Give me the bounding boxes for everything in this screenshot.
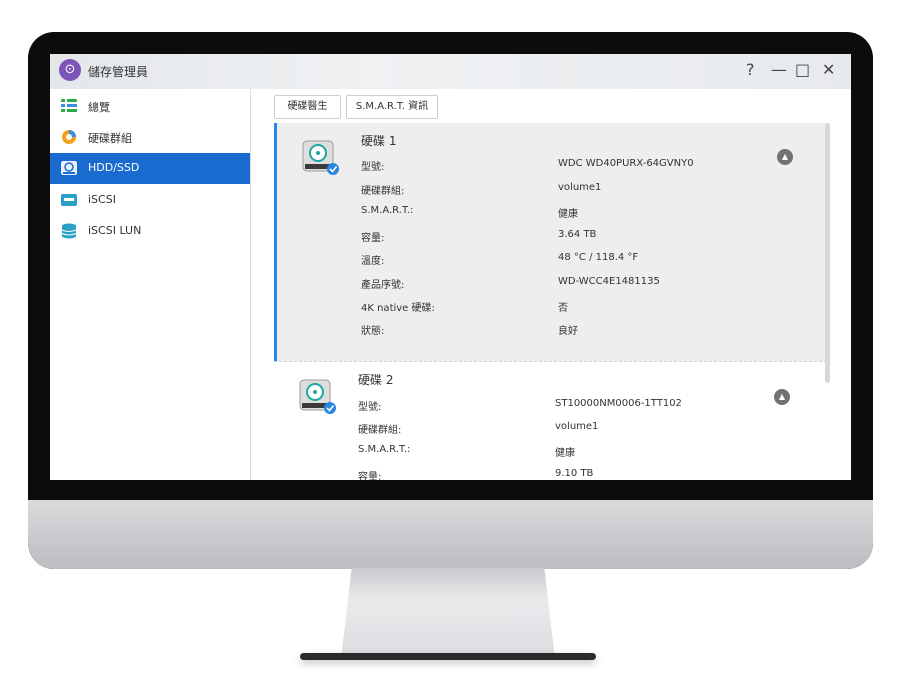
collapse-button[interactable]: ▲ xyxy=(774,389,790,405)
storage-manager-app-icon: ⊙ xyxy=(59,59,81,81)
sidebar-item-label: iSCSI LUN xyxy=(88,224,142,237)
sidebar-item-overview[interactable]: 總覽 xyxy=(50,91,250,122)
sidebar-item-label: 硬碟群組 xyxy=(88,132,132,145)
smart-info-button[interactable]: S.M.A.R.T. 資訊 xyxy=(346,95,438,119)
prop-value: 健康 xyxy=(555,448,575,459)
sidebar-item-iscsi-lun[interactable]: iSCSI LUN xyxy=(50,216,250,247)
prop-value: 良好 xyxy=(558,326,578,337)
monitor-stand-base xyxy=(300,653,596,660)
prop-value: ST10000NM0006-1TT102 xyxy=(555,398,682,409)
disk-title: 硬碟 1 xyxy=(361,134,397,148)
prop-value: 48 °C / 118.4 °F xyxy=(558,252,639,263)
prop-label: S.M.A.R.T.: xyxy=(361,205,414,216)
disk-list: 硬碟 1 ▲ 型號: WDC WD40PURX-64GVNY0 硬碟群組: vo… xyxy=(274,123,827,480)
app-window: ⊙ 儲存管理員 ? — □ ✕ 總覽 硬碟群組 HDD/SSD iSCSI iS… xyxy=(50,54,851,480)
hard-disk-icon xyxy=(299,379,336,414)
prop-label: 容量: xyxy=(358,472,382,480)
app-title: 儲存管理員 xyxy=(88,65,149,79)
maximize-button[interactable]: □ xyxy=(795,60,810,80)
title-bar: ⊙ 儲存管理員 ? — □ ✕ xyxy=(50,54,851,89)
prop-label: 型號: xyxy=(358,402,382,413)
prop-label: 容量: xyxy=(361,233,385,244)
disk-title: 硬碟 2 xyxy=(358,373,394,387)
prop-label: 硬碟群組: xyxy=(358,425,402,436)
sidebar-item-label: 總覽 xyxy=(88,101,110,114)
prop-value: 3.64 TB xyxy=(558,229,597,240)
chevron-up-icon: ▲ xyxy=(778,392,786,401)
monitor-chin xyxy=(28,500,873,569)
prop-label: 4K native 硬碟: xyxy=(361,303,435,314)
prop-value: 否 xyxy=(558,303,568,314)
sidebar-item-disk-group[interactable]: 硬碟群組 xyxy=(50,122,250,153)
iscsi-lun-icon xyxy=(61,223,77,239)
scrollbar[interactable] xyxy=(825,123,830,383)
iscsi-icon xyxy=(61,194,77,206)
close-button[interactable]: ✕ xyxy=(822,60,835,80)
prop-label: 狀態: xyxy=(361,326,385,337)
prop-value: volume1 xyxy=(555,421,599,432)
hard-disk-icon xyxy=(302,140,339,175)
prop-value: volume1 xyxy=(558,182,602,193)
prop-label: 硬碟群組: xyxy=(361,186,405,197)
disk-group-icon xyxy=(62,130,76,144)
prop-label: S.M.A.R.T.: xyxy=(358,444,411,455)
sidebar-item-iscsi[interactable]: iSCSI xyxy=(50,185,250,216)
prop-label: 溫度: xyxy=(361,256,385,267)
prop-value: 9.10 TB xyxy=(555,468,594,479)
disk-card-1[interactable]: 硬碟 1 ▲ 型號: WDC WD40PURX-64GVNY0 硬碟群組: vo… xyxy=(274,123,827,361)
collapse-button[interactable]: ▲ xyxy=(777,149,793,165)
main-panel: 硬碟醫生 S.M.A.R.T. 資訊 硬碟 1 ▲ 型號: WDC WD40PU… xyxy=(251,89,851,480)
monitor-stand xyxy=(341,568,555,658)
minimize-button[interactable]: — xyxy=(771,60,787,80)
sidebar-item-label: iSCSI xyxy=(88,193,116,206)
help-button[interactable]: ? xyxy=(746,60,755,80)
sidebar-item-hdd-ssd[interactable]: HDD/SSD xyxy=(50,153,250,184)
overview-icon xyxy=(61,99,77,112)
prop-value: 健康 xyxy=(558,209,578,220)
disk-doctor-button[interactable]: 硬碟醫生 xyxy=(274,95,341,119)
prop-value: WD-WCC4E1481135 xyxy=(558,276,660,287)
hdd-icon xyxy=(61,161,77,175)
disk-card-2[interactable]: 硬碟 2 ▲ 型號: ST10000NM0006-1TT102 硬碟群組: vo… xyxy=(274,362,827,480)
prop-label: 型號: xyxy=(361,162,385,173)
prop-value: WDC WD40PURX-64GVNY0 xyxy=(558,158,694,169)
sidebar: 總覽 硬碟群組 HDD/SSD iSCSI iSCSI LUN xyxy=(50,89,251,480)
prop-label: 產品序號: xyxy=(361,280,405,291)
sidebar-item-label: HDD/SSD xyxy=(88,161,140,174)
chevron-up-icon: ▲ xyxy=(781,152,789,161)
